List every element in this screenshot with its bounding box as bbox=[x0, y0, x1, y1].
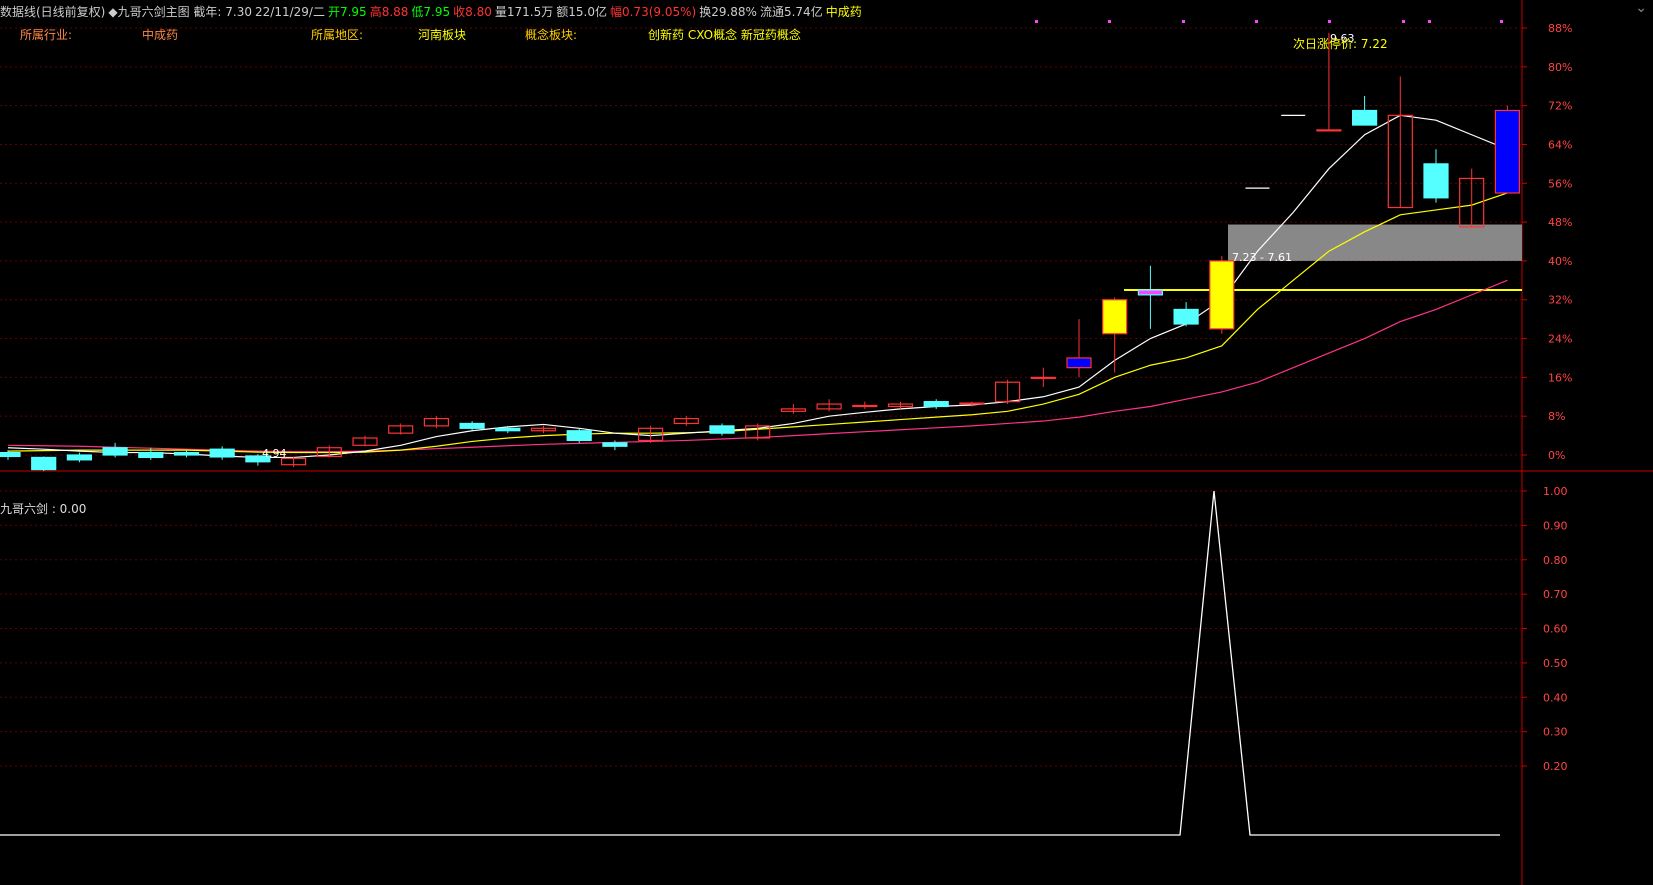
signal-marker bbox=[1255, 20, 1258, 23]
y-tick-label: 16% bbox=[1548, 371, 1572, 384]
y-tick-label: 0% bbox=[1548, 449, 1565, 462]
candle-body bbox=[852, 404, 878, 408]
signal-marker bbox=[1035, 20, 1038, 23]
candle-body bbox=[1137, 289, 1164, 296]
candle-body bbox=[495, 427, 521, 432]
signal-marker bbox=[1428, 20, 1431, 23]
candle-body bbox=[602, 442, 628, 447]
y-tick-label: 56% bbox=[1548, 177, 1572, 190]
y-tick-label: 32% bbox=[1548, 294, 1572, 307]
candle-body bbox=[1102, 299, 1128, 335]
candle-body bbox=[66, 454, 93, 461]
signal-marker bbox=[1328, 20, 1331, 23]
candle-body bbox=[1173, 308, 1199, 325]
indicator-label: 九哥六剑 : 0.00 bbox=[0, 502, 87, 516]
signal-marker bbox=[1182, 20, 1185, 23]
candle-body bbox=[1209, 260, 1235, 330]
indicator-tick-label: 0.50 bbox=[1543, 657, 1568, 670]
candle-body bbox=[709, 425, 735, 434]
y-tick-label: 24% bbox=[1548, 333, 1572, 346]
y-tick-label: 80% bbox=[1548, 61, 1572, 74]
candle-body bbox=[1316, 129, 1342, 132]
candle-body bbox=[209, 448, 235, 458]
candle-body bbox=[31, 456, 57, 471]
candle-body bbox=[1066, 357, 1092, 369]
ma5-line bbox=[7, 114, 1508, 459]
candle-body bbox=[0, 451, 21, 458]
y-tick-label: 8% bbox=[1548, 410, 1565, 423]
kline-chart: 88%80%72%64%56%48%40%32%24%16%8%0%4.949.… bbox=[0, 0, 1653, 885]
signal-marker bbox=[1108, 20, 1111, 23]
candle-body bbox=[1351, 109, 1378, 126]
limit-up-label: 次日涨停价: 7.22 bbox=[1293, 36, 1388, 51]
indicator-tick-label: 0.40 bbox=[1543, 691, 1568, 704]
indicator-tick-label: 0.70 bbox=[1543, 588, 1568, 601]
indicator-tick-label: 0.30 bbox=[1543, 726, 1568, 739]
indicator-tick-label: 1.00 bbox=[1543, 485, 1568, 498]
candle-body bbox=[102, 447, 128, 456]
band-label: 7.23 - 7.61 bbox=[1232, 251, 1292, 264]
indicator-tick-label: 0.60 bbox=[1543, 623, 1568, 636]
candle-body bbox=[459, 422, 485, 429]
candle-body bbox=[1494, 109, 1521, 194]
candle-body bbox=[923, 401, 949, 408]
low-price-label: 4.94 bbox=[262, 447, 287, 460]
y-tick-label: 88% bbox=[1548, 22, 1572, 35]
indicator-tick-label: 0.80 bbox=[1543, 554, 1568, 567]
indicator-tick-label: 0.90 bbox=[1543, 519, 1568, 532]
y-tick-label: 40% bbox=[1548, 255, 1572, 268]
y-tick-label: 72% bbox=[1548, 100, 1572, 113]
candle-body bbox=[1030, 376, 1056, 379]
candle-body bbox=[138, 451, 164, 459]
candle-body bbox=[566, 430, 592, 442]
signal-marker bbox=[1402, 20, 1405, 23]
signal-marker bbox=[1500, 20, 1503, 23]
candle-body bbox=[1423, 163, 1449, 199]
indicator-tick-label: 0.20 bbox=[1543, 760, 1568, 773]
y-tick-label: 48% bbox=[1548, 216, 1572, 229]
candle-body bbox=[959, 402, 985, 405]
y-tick-label: 64% bbox=[1548, 138, 1572, 151]
candle-body bbox=[173, 451, 200, 456]
